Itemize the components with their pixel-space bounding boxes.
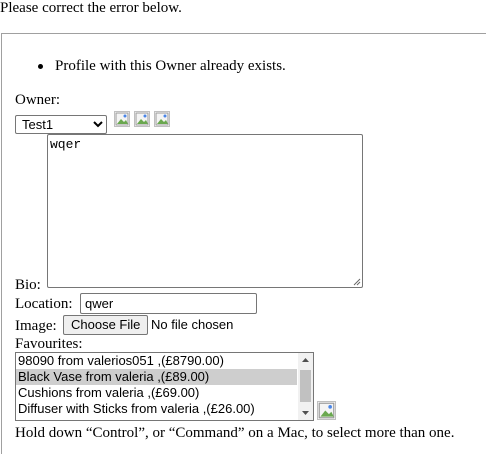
favourites-label: Favourites: — [15, 336, 83, 352]
resize-grip-icon[interactable] — [353, 278, 361, 286]
image-label: Image: — [15, 318, 57, 334]
owner-label: Owner: — [15, 92, 60, 108]
favourite-option[interactable]: 98090 from valerios051 ,(£8790.00) — [16, 353, 297, 369]
bullet-icon — [38, 64, 43, 69]
favourite-option[interactable]: Cushions from valeria ,(£69.00) — [16, 385, 297, 401]
error-title: Please correct the error below. — [0, 0, 182, 16]
bio-label: Bio: — [15, 277, 41, 293]
favourites-help-text: Hold down “Control”, or “Command” on a M… — [15, 425, 455, 441]
change-related-icon[interactable] — [114, 111, 130, 127]
favourite-option-selected[interactable]: Black Vase from valeria ,(£89.00) — [16, 369, 297, 385]
file-status-text: No file chosen — [151, 317, 234, 332]
add-related-icon[interactable] — [317, 401, 336, 420]
scroll-down-icon[interactable] — [298, 405, 313, 420]
choose-file-button[interactable]: Choose File — [63, 315, 149, 335]
error-message: Profile with this Owner already exists. — [55, 58, 286, 74]
scrollbar-thumb[interactable] — [300, 370, 311, 402]
listbox-scrollbar[interactable] — [298, 353, 313, 420]
bio-textarea[interactable]: wqer — [47, 134, 363, 288]
location-input[interactable] — [80, 293, 257, 314]
favourite-option[interactable]: Diffuser with Sticks from valeria ,(£26.… — [16, 401, 297, 417]
favourites-listbox[interactable]: 98090 from valerios051 ,(£8790.00) Black… — [15, 352, 314, 421]
view-related-icon[interactable] — [154, 111, 170, 127]
scroll-up-icon[interactable] — [298, 353, 313, 368]
owner-select[interactable]: Test1 — [15, 115, 107, 134]
location-label: Location: — [15, 296, 73, 312]
add-related-icon[interactable] — [134, 111, 150, 127]
